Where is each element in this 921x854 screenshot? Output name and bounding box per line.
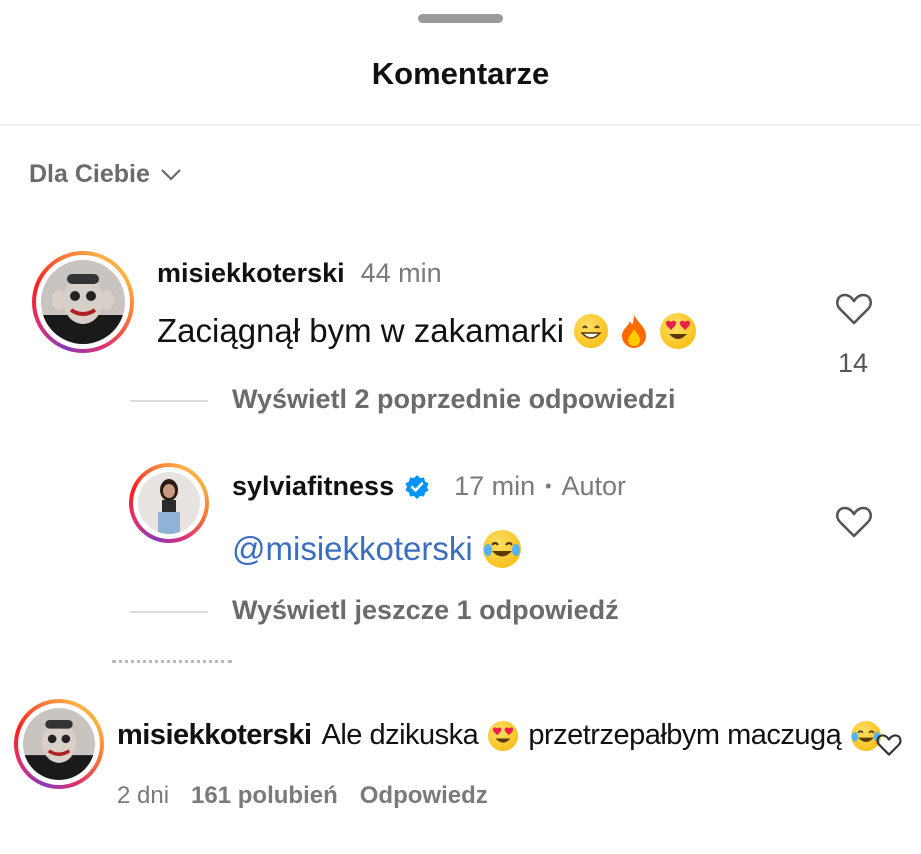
drag-handle[interactable]	[418, 14, 503, 23]
verified-badge-icon	[405, 474, 429, 499]
comment-meta: 2 dni 161 polubień Odpowiedz	[117, 782, 488, 810]
username[interactable]: misiekkoterski	[157, 258, 345, 289]
heart-icon[interactable]	[835, 505, 873, 539]
heart-eyes-icon	[660, 313, 697, 349]
avatar-photo	[138, 472, 200, 534]
chevron-down-icon	[161, 168, 181, 181]
avatar-sylviafitness[interactable]	[129, 463, 209, 543]
username[interactable]: misiekkoterski	[117, 719, 312, 752]
heart-eyes-icon	[488, 720, 519, 751]
view-more-replies-button[interactable]: Wyświetl jeszcze 1 odpowiedź	[232, 595, 619, 626]
sort-label: Dla Ciebie	[29, 160, 150, 188]
avatar-photo	[41, 260, 125, 344]
reply-text: @misiekkoterski	[232, 530, 521, 568]
fire-icon	[618, 313, 650, 349]
username[interactable]: sylviafitness	[232, 471, 394, 502]
comment-line: misiekkoterski Ale dzikuska przetrzepałb…	[117, 719, 882, 752]
comment-body-continued: przetrzepałbym maczugą	[528, 719, 842, 751]
heart-icon[interactable]	[835, 292, 873, 326]
avatar-misiekkoterski[interactable]	[14, 699, 104, 789]
view-previous-replies-button[interactable]: Wyświetl 2 poprzednie odpowiedzi	[232, 384, 676, 415]
sheet-title: Komentarze	[371, 56, 550, 91]
seam-artifact	[112, 660, 232, 671]
likes-link[interactable]: 161 polubień	[191, 782, 338, 810]
grinning-face-icon	[574, 314, 609, 348]
timestamp: 2 dni	[117, 782, 170, 809]
replies-line	[130, 611, 208, 613]
separator-dot: •	[545, 476, 552, 496]
comment-body: Zaciągnął bym w zakamarki	[157, 312, 565, 349]
header-divider	[0, 124, 921, 126]
timestamp: 44 min	[360, 258, 442, 288]
reply-button[interactable]: Odpowiedz	[360, 782, 488, 810]
heart-icon[interactable]	[876, 733, 902, 757]
comment-text: Zaciągnął bym w zakamarki	[157, 312, 697, 350]
author-tag: Autor	[561, 471, 626, 501]
comment-header: misiekkoterski 44 min	[157, 258, 442, 289]
like-count: 14	[838, 348, 869, 378]
reply-header: sylviafitness 17 min • Autor	[232, 471, 626, 502]
timestamp: 17 min	[454, 471, 536, 501]
comment-body: Ale dzikuska	[321, 719, 479, 751]
mention-link[interactable]: @misiekkoterski	[232, 530, 473, 568]
replies-line	[130, 400, 208, 402]
sort-dropdown[interactable]: Dla Ciebie	[29, 160, 182, 189]
tears-of-joy-icon	[482, 530, 521, 568]
avatar-misiekkoterski[interactable]	[32, 251, 134, 353]
avatar-photo	[23, 708, 95, 780]
